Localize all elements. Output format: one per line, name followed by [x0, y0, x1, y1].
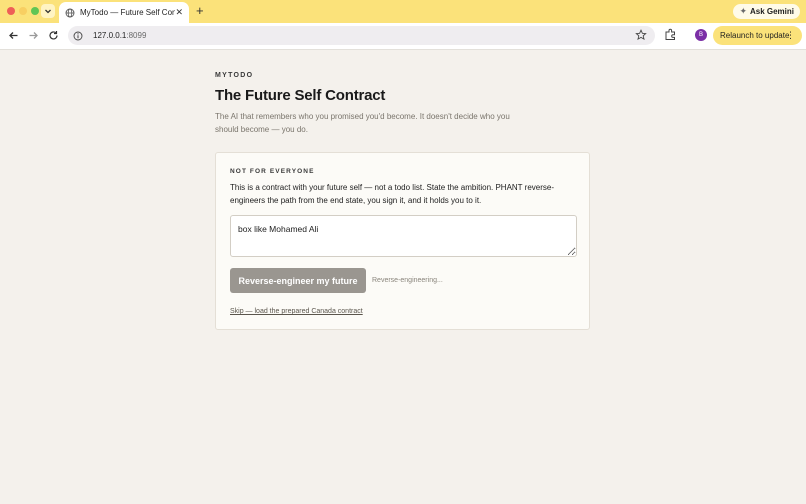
skip-link[interactable]: Skip — load the prepared Canada contract: [230, 308, 363, 315]
browser-tab-bar: MyTodo — Future Self Contract ✕ + ✦ Ask …: [0, 0, 806, 23]
new-tab-button[interactable]: +: [196, 4, 204, 18]
url-host: 127.0.0.1: [93, 31, 127, 40]
back-arrow-icon[interactable]: [7, 29, 19, 41]
url-text: 127.0.0.1:8099: [93, 31, 146, 40]
more-menu-icon[interactable]: ⋮: [786, 29, 795, 41]
globe-icon: [65, 8, 75, 18]
relaunch-to-update-button[interactable]: Relaunch to update ⋮: [713, 26, 802, 45]
reverse-engineer-button[interactable]: Reverse-engineer my future: [230, 268, 366, 293]
ask-gemini-button[interactable]: ✦ Ask Gemini: [733, 4, 800, 19]
address-bar[interactable]: 127.0.0.1:8099: [68, 26, 655, 45]
close-window-button[interactable]: [7, 7, 15, 15]
tab-title: MyTodo — Future Self Contract: [80, 8, 175, 17]
bookmark-star-icon[interactable]: [635, 29, 647, 41]
relaunch-label: Relaunch to update: [720, 31, 790, 40]
profile-initial: B: [698, 32, 703, 38]
forward-arrow-icon[interactable]: [27, 29, 39, 41]
browser-toolbar: 127.0.0.1:8099 B Relaunch to update ⋮: [0, 23, 806, 50]
close-icon[interactable]: ✕: [175, 7, 183, 17]
maximize-window-button[interactable]: [31, 7, 39, 15]
tab-mytodo[interactable]: MyTodo — Future Self Contract ✕: [59, 2, 189, 23]
reload-icon[interactable]: [47, 29, 59, 41]
page-title: The Future Self Contract: [215, 87, 386, 104]
tab-search-button[interactable]: [41, 4, 55, 18]
profile-avatar[interactable]: B: [695, 29, 707, 41]
brand-label: MYTODO: [215, 72, 254, 79]
url-port: :8099: [126, 31, 147, 40]
card-description: This is a contract with your future self…: [230, 183, 554, 205]
chevron-down-icon: [45, 9, 51, 14]
extensions-puzzle-icon[interactable]: [664, 28, 677, 41]
page-subtitle: The AI that remembers who you promised y…: [215, 112, 510, 134]
sparkle-icon: ✦: [739, 6, 747, 16]
status-text: Reverse-engineering...: [372, 277, 443, 284]
site-info-icon[interactable]: [73, 30, 84, 41]
ambition-input[interactable]: box like Mohamed Ali: [230, 215, 577, 257]
minimize-window-button[interactable]: [19, 7, 27, 15]
contract-card: NOT FOR EVERYONE This is a contract with…: [215, 152, 590, 330]
card-kicker: NOT FOR EVERYONE: [230, 168, 315, 175]
ask-gemini-label: Ask Gemini: [749, 7, 794, 16]
